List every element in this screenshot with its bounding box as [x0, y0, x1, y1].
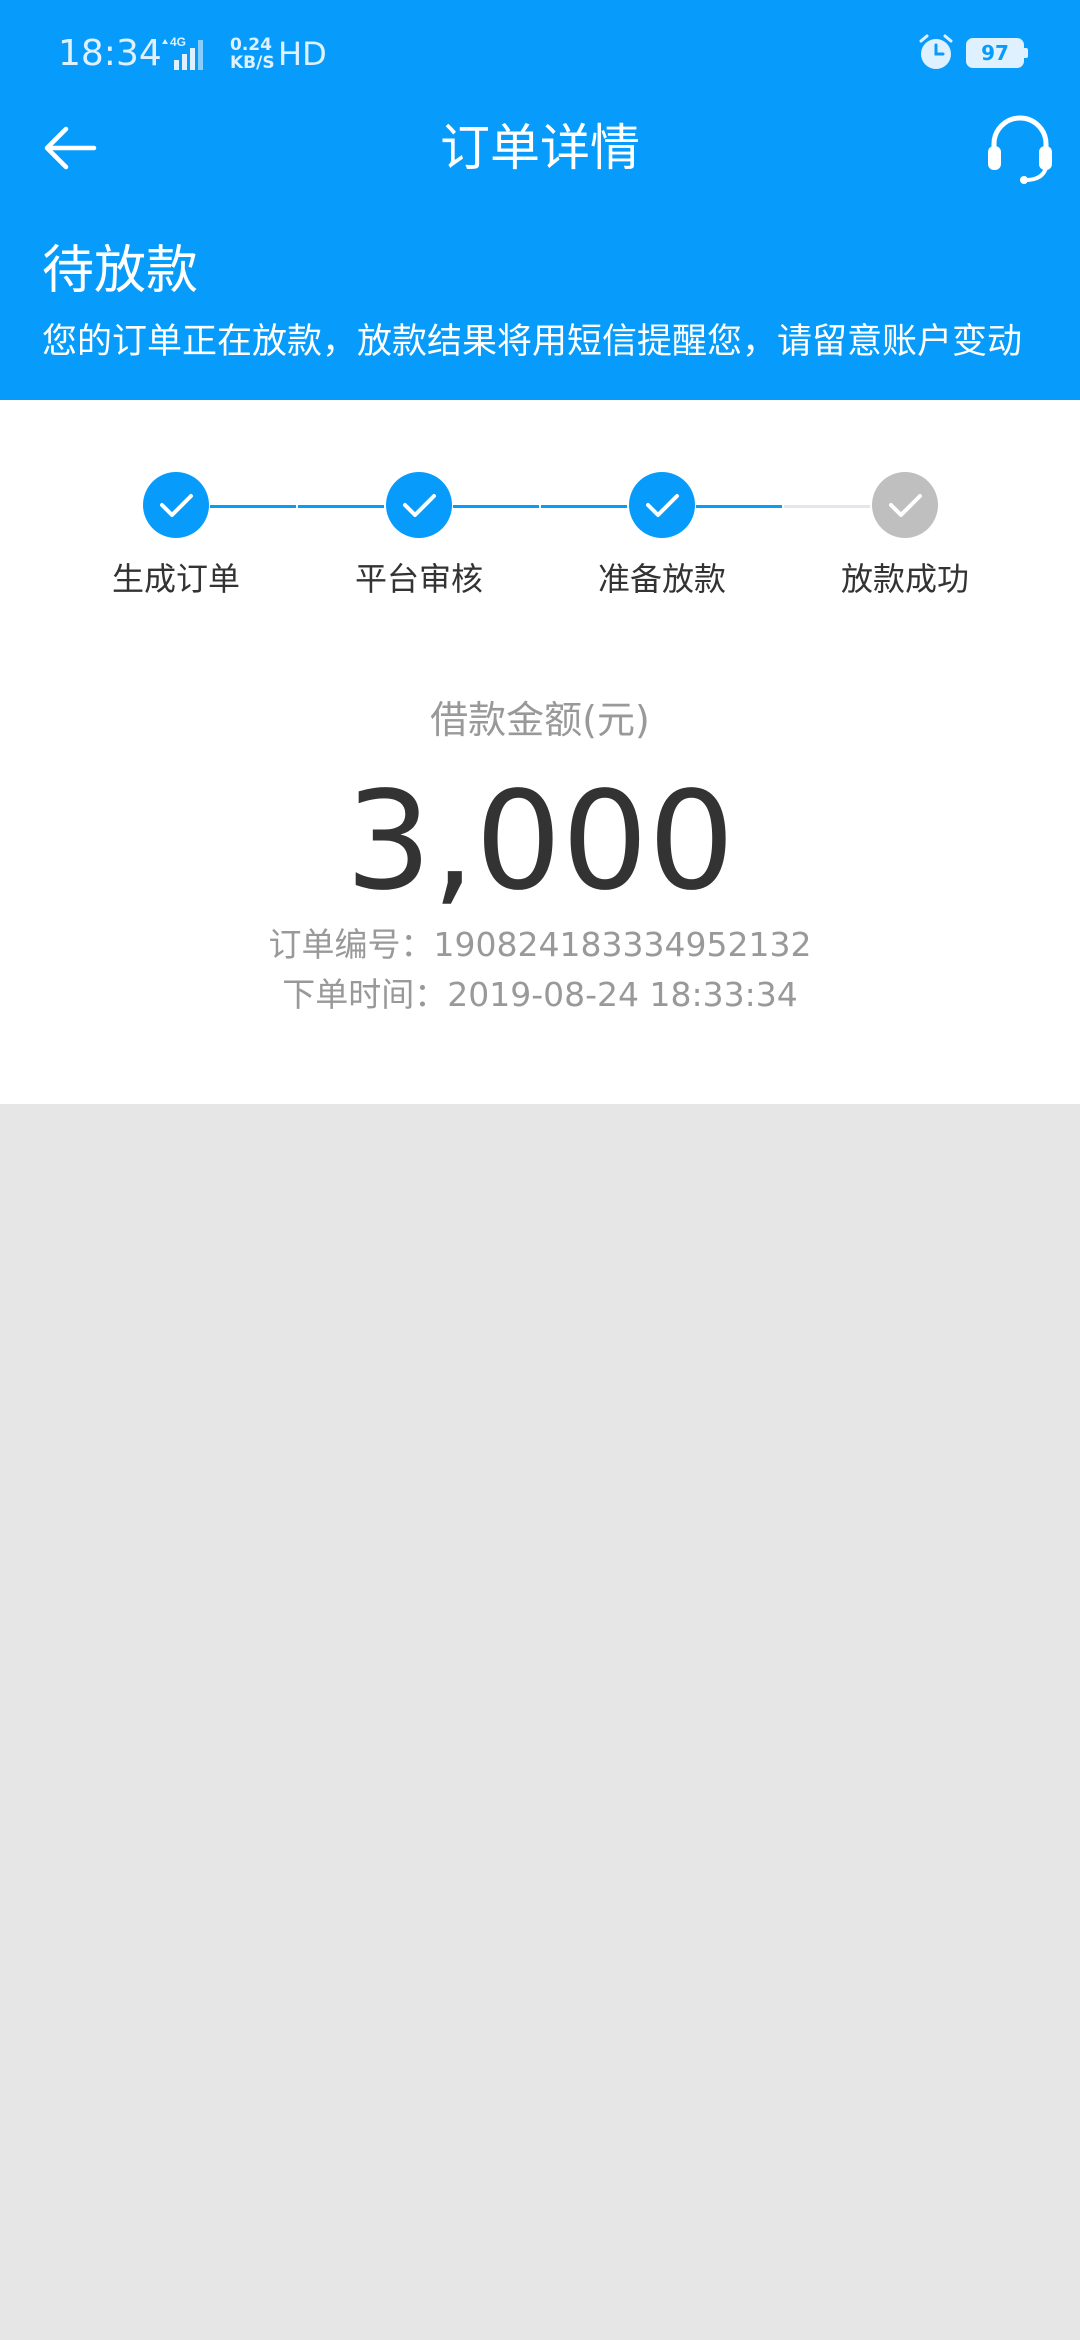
- checkmark-icon: [160, 494, 193, 517]
- back-button[interactable]: [36, 112, 108, 184]
- step-platform-review: 平台审核: [319, 472, 519, 602]
- step-disbursement-success: 放款成功: [805, 472, 1005, 602]
- loan-amount: 3,000: [345, 763, 735, 921]
- status-time: 18:34: [58, 33, 162, 74]
- step-order-created: 生成订单: [76, 472, 276, 602]
- order-time: 下单时间：2019-08-24 18:33:34: [282, 975, 798, 1014]
- order-status-title: 待放款: [42, 241, 199, 301]
- alarm-icon: [919, 34, 953, 69]
- step-label: 生成订单: [111, 560, 240, 598]
- step-label: 放款成功: [840, 560, 969, 598]
- network-type: 4G: [170, 35, 186, 49]
- signal-icon: 4G: [162, 35, 203, 70]
- checkmark-icon: [889, 494, 922, 517]
- headset-icon: [988, 115, 1052, 184]
- step-prepare-disbursement: 准备放款: [562, 472, 762, 602]
- customer-service-button[interactable]: [980, 108, 1060, 188]
- step-check-circle: [143, 472, 209, 538]
- step-check-circle: [872, 472, 938, 538]
- order-card: 生成订单 平台审核 准备放款 放款成功 借款金额(元) 3,000 订单编号：1…: [0, 400, 1080, 1104]
- step-check-circle: [629, 472, 695, 538]
- page-title: 订单详情: [440, 119, 640, 177]
- order-number: 订单编号：190824183334952132: [268, 925, 812, 964]
- hd-badge: HD: [278, 35, 327, 73]
- step-check-circle: [386, 472, 452, 538]
- checkmark-icon: [403, 494, 436, 517]
- battery-icon: [1024, 48, 1028, 58]
- status-bar: 18:34 4G 0.24 KB/S HD 97: [0, 0, 1080, 108]
- loan-amount-label: 借款金额(元): [430, 698, 650, 742]
- header: 18:34 4G 0.24 KB/S HD 97 订单详情 待放款 您的订单正在…: [0, 0, 1080, 400]
- step-label: 平台审核: [354, 560, 483, 598]
- arrow-left-icon: [44, 126, 97, 170]
- order-status-description: 您的订单正在放款，放款结果将用短信提醒您，请留意账户变动: [42, 322, 1023, 362]
- checkmark-icon: [646, 494, 679, 517]
- battery-level: 97: [966, 38, 1024, 68]
- step-label: 准备放款: [597, 560, 726, 598]
